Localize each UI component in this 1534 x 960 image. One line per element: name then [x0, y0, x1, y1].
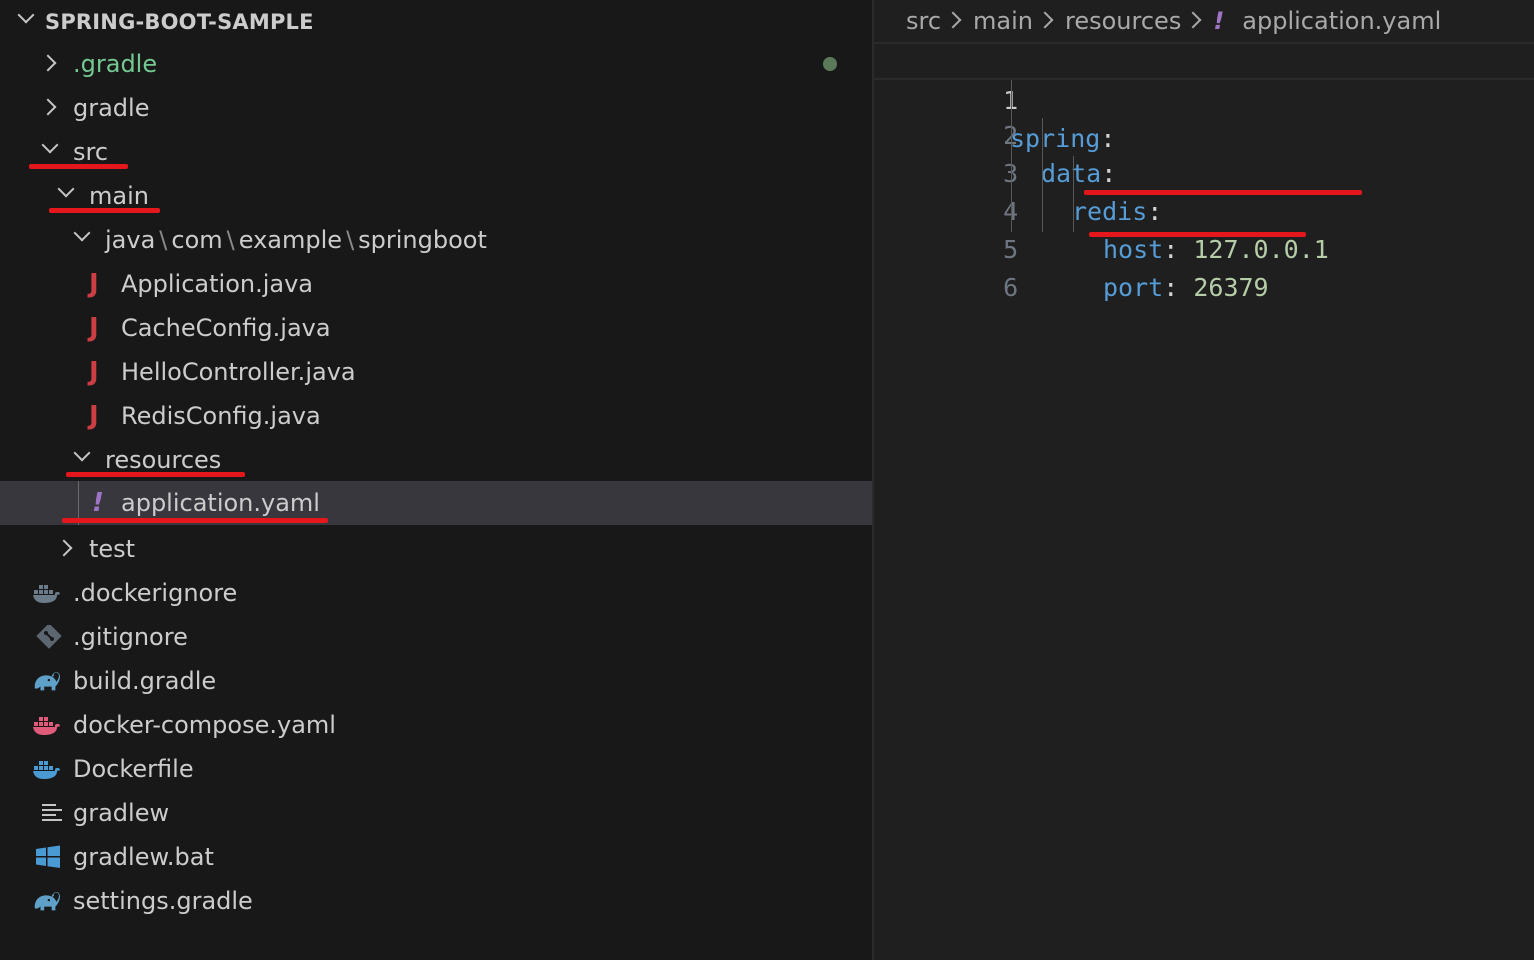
tree-item-dockerfile[interactable]: Dockerfile: [0, 747, 872, 791]
chevron-right-icon: [1036, 11, 1054, 29]
chevron-down-icon: [41, 136, 59, 154]
tree-item-label: build.gradle: [73, 667, 217, 695]
tree-item-label: RedisConfig.java: [121, 402, 321, 430]
editor-panel: src main resources! application.yaml 1 spri…: [874, 0, 1534, 960]
package-path: java \ com \ example \ springboot: [105, 218, 487, 262]
tree-item-label: .gradle: [73, 50, 158, 78]
annotation-underline-application-yaml: [62, 518, 328, 523]
tree-item-redisconfig-java[interactable]: J RedisConfig.java: [0, 394, 872, 438]
code-line-3[interactable]: 3 redis:: [874, 117, 1534, 226]
annotation-underline-src: [29, 164, 128, 169]
tree-item-label: docker-compose.yaml: [73, 711, 336, 739]
docker-compose-icon: [33, 717, 60, 735]
code-line-1[interactable]: 1 spring:: [874, 42, 1534, 153]
modified-dot-icon: [823, 57, 837, 71]
project-title: SPRING-BOOT-SAMPLE: [45, 10, 314, 34]
java-icon: J: [89, 357, 99, 387]
java-icon: J: [89, 269, 99, 299]
tree-item-dot-gradle[interactable]: .gradle: [0, 42, 872, 86]
indent-guide: [1011, 80, 1012, 232]
tree-item-label: test: [89, 535, 136, 563]
chevron-down-icon: [57, 180, 75, 198]
chevron-right-icon: [944, 11, 962, 29]
chevron-down-icon: [73, 444, 91, 462]
path-separator: \: [346, 226, 355, 254]
indent-guide: [1042, 118, 1043, 232]
breadcrumb-item-main[interactable]: main: [973, 7, 1033, 35]
path-separator: \: [226, 226, 235, 254]
explorer-panel: SPRING-BOOT-SAMPLE .gradle gradle src ma…: [0, 0, 872, 960]
tree-item-gradle[interactable]: gradle: [0, 86, 872, 130]
tree-item-hellocontroller-java[interactable]: J HelloController.java: [0, 350, 872, 394]
annotation-underline-main: [49, 208, 160, 213]
code-line-2[interactable]: 2 data:: [874, 79, 1534, 188]
indent-guide: [1073, 156, 1074, 232]
code-content: port: 26379: [1103, 269, 1269, 307]
yaml-value: 26379: [1193, 273, 1269, 302]
tree-item-docker-compose[interactable]: docker-compose.yaml: [0, 703, 872, 747]
windows-icon: [36, 845, 60, 868]
yaml-key: port: [1103, 273, 1164, 302]
tree-item-gradlew[interactable]: gradlew: [0, 791, 872, 835]
tree-item-label: gradlew.bat: [73, 843, 214, 871]
annotation-underline-resources: [66, 472, 245, 477]
docker-icon: [33, 585, 60, 603]
tree-item-label: .gitignore: [73, 623, 188, 651]
annotation-underline-port: [1089, 232, 1306, 237]
chevron-down-icon: [73, 224, 91, 242]
chevron-right-icon: [39, 54, 57, 72]
tree-item-test[interactable]: test: [0, 527, 872, 571]
tree-item-gradlew-bat[interactable]: gradlew.bat: [0, 835, 872, 879]
package-segment: java: [105, 226, 156, 254]
code-line-4[interactable]: 4 host: 127.0.0.1: [874, 155, 1534, 264]
tree-item-src[interactable]: src: [0, 130, 872, 174]
yaml-colon: :: [1163, 273, 1179, 302]
annotation-underline-host: [1084, 190, 1362, 195]
tree-item-label: HelloController.java: [121, 358, 356, 386]
breadcrumb: src main resources! application.yaml: [906, 0, 1441, 42]
tree-item-label: CacheConfig.java: [121, 314, 331, 342]
chevron-right-icon: [39, 98, 57, 116]
line-number: 6: [1003, 273, 1019, 302]
yaml-icon: !: [1213, 7, 1225, 35]
path-separator: \: [159, 226, 168, 254]
gradle-elephant-icon: [34, 671, 60, 691]
tree-item-label: Application.java: [121, 270, 314, 298]
tree-item-label: settings.gradle: [73, 887, 253, 915]
project-header[interactable]: SPRING-BOOT-SAMPLE: [0, 0, 872, 44]
java-icon: J: [89, 401, 99, 431]
breadcrumb-item-file[interactable]: application.yaml: [1242, 7, 1441, 35]
docker-icon: [33, 761, 60, 779]
tree-item-settings-gradle[interactable]: settings.gradle: [0, 879, 872, 923]
git-icon: [36, 625, 62, 649]
package-segment: com: [171, 226, 223, 254]
tree-item-java-package[interactable]: java \ com \ example \ springboot: [0, 218, 872, 262]
tree-item-label: .dockerignore: [73, 579, 238, 607]
chevron-down-icon: [17, 6, 35, 24]
tree-item-label: gradle: [73, 94, 150, 122]
tree-item-gitignore[interactable]: .gitignore: [0, 615, 872, 659]
tree-item-application-java[interactable]: J Application.java: [0, 262, 872, 306]
java-icon: J: [89, 313, 99, 343]
chevron-right-icon: [55, 539, 73, 557]
package-segment: example: [238, 226, 343, 254]
chevron-right-icon: [1184, 11, 1202, 29]
tree-item-label: Dockerfile: [73, 755, 194, 783]
tree-item-build-gradle[interactable]: build.gradle: [0, 659, 872, 703]
gradle-elephant-icon: [34, 891, 60, 911]
text-lines-icon: [42, 804, 62, 821]
tree-item-label: gradlew: [73, 799, 170, 827]
breadcrumb-item-src[interactable]: src: [906, 7, 941, 35]
code-line-5[interactable]: 5 port: 26379: [874, 193, 1534, 302]
package-segment: springboot: [358, 226, 487, 254]
tree-item-cacheconfig-java[interactable]: J CacheConfig.java: [0, 306, 872, 350]
breadcrumb-item-resources[interactable]: resources: [1065, 7, 1181, 35]
tree-item-dockerignore[interactable]: .dockerignore: [0, 571, 872, 615]
